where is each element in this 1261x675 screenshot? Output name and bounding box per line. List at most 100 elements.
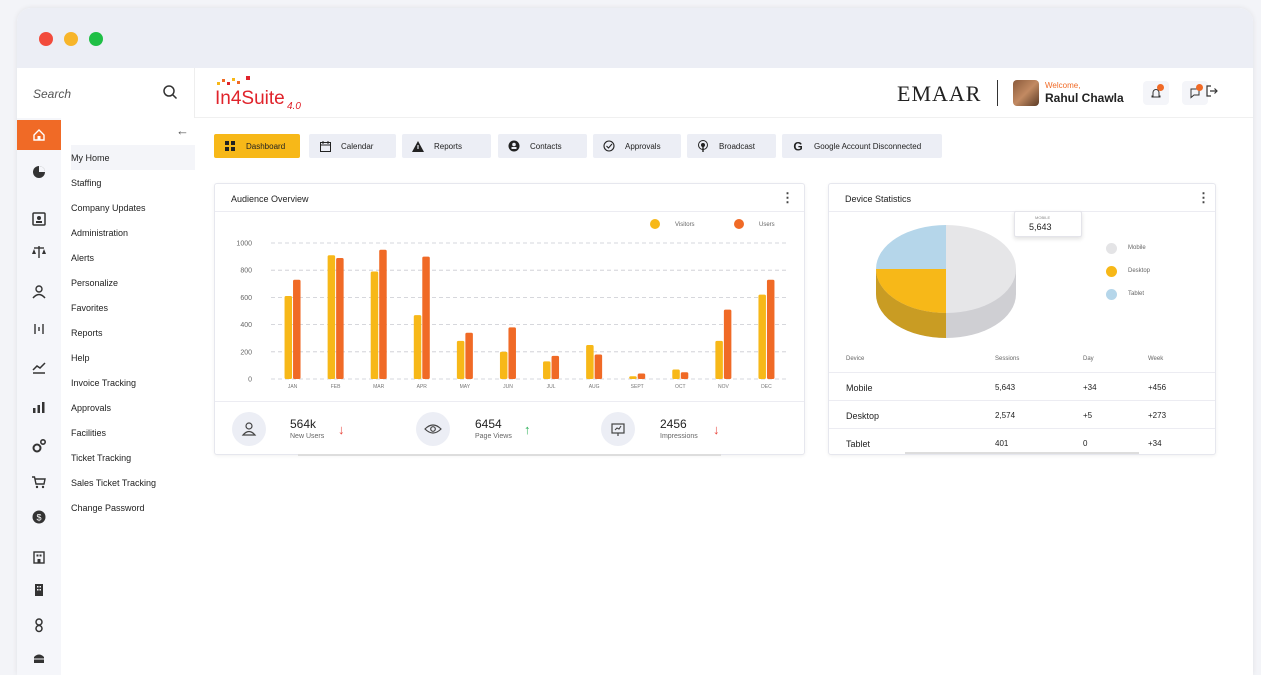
bar-visitors-feb[interactable] [327, 255, 336, 379]
sidebar-item-help[interactable]: Help [71, 345, 195, 370]
sidebar-item-change-password[interactable]: Change Password [71, 495, 195, 520]
bar-users-oct[interactable] [680, 372, 689, 379]
tab-contacts[interactable]: Contacts [498, 134, 587, 158]
trend-icon[interactable] [17, 352, 61, 382]
table-header-sessions: Sessions [995, 356, 1020, 362]
bar-visitors-apr[interactable] [413, 315, 422, 379]
search-input[interactable]: Search [33, 87, 71, 101]
sidebar-item-staffing[interactable]: Staffing [71, 170, 195, 195]
sidebar-item-my-home[interactable]: My Home [71, 145, 195, 170]
pie-slice-tablet[interactable] [876, 225, 946, 269]
archive-icon[interactable] [17, 643, 61, 673]
app-window: Search $ ← My Home Staffing Company Upda… [17, 8, 1253, 675]
bar-visitors-mar[interactable] [370, 271, 379, 379]
bar-users-mar[interactable] [379, 249, 387, 379]
bar-chart-icon[interactable] [17, 392, 61, 422]
sidebar-item-invoice-tracking[interactable]: Invoice Tracking [71, 370, 195, 395]
sidebar-item-facilities[interactable]: Facilities [71, 420, 195, 445]
maximize-window-button[interactable] [89, 32, 103, 46]
pie-chart-icon[interactable] [17, 157, 61, 187]
logo-version: 4.0 [287, 101, 301, 112]
building-icon[interactable] [17, 542, 61, 572]
bar-users-apr[interactable] [422, 256, 430, 379]
notifications-button[interactable] [1143, 81, 1169, 105]
tab-google-account[interactable]: G Google Account Disconnected [782, 134, 942, 158]
legend-label-visitors: Visitors [675, 222, 695, 228]
bar-users-may[interactable] [465, 332, 473, 379]
bar-visitors-jun[interactable] [499, 351, 508, 379]
sidebar-item-favorites[interactable]: Favorites [71, 295, 195, 320]
sidebar-item-ticket-tracking[interactable]: Ticket Tracking [71, 445, 195, 470]
device-statistics-card: Device Statistics ⋮ MOBILE 5,643 Mobile … [828, 183, 1216, 455]
tab-dashboard[interactable]: Dashboard [214, 134, 300, 158]
dashboard-icon [224, 140, 236, 152]
bar-users-feb[interactable] [336, 257, 344, 379]
more-options-icon[interactable]: ⋮ [781, 190, 794, 206]
bar-visitors-may[interactable] [456, 340, 465, 379]
bar-visitors-dec[interactable] [758, 294, 766, 379]
sort-icon[interactable] [17, 314, 61, 344]
avatar[interactable] [1013, 80, 1039, 106]
cart-icon[interactable] [17, 467, 61, 497]
bar-users-jun[interactable] [508, 327, 516, 379]
logout-icon[interactable] [1205, 84, 1219, 98]
search-icon[interactable] [162, 84, 178, 100]
legend-dot-tablet [1106, 289, 1117, 300]
tab-calendar[interactable]: Calendar [309, 134, 396, 158]
table-header-week: Week [1148, 356, 1164, 362]
legend-dot-desktop [1106, 266, 1117, 277]
user-icon[interactable] [17, 277, 61, 307]
tab-broadcast[interactable]: Broadcast [687, 134, 776, 158]
sidebar-item-approvals[interactable]: Approvals [71, 395, 195, 420]
tab-reports[interactable]: Reports [402, 134, 491, 158]
dollar-icon[interactable]: $ [17, 502, 61, 532]
new-users-label: New Users [290, 433, 325, 440]
home-icon[interactable] [17, 120, 61, 150]
bar-visitors-jul[interactable] [543, 361, 551, 379]
bar-users-jul[interactable] [551, 355, 560, 379]
user-name[interactable]: Rahul Chawla [1045, 91, 1124, 105]
header-divider [997, 80, 998, 106]
search-box[interactable]: Search [17, 68, 195, 118]
check-circle-icon [603, 140, 615, 152]
sidebar-item-sales-ticket-tracking[interactable]: Sales Ticket Tracking [71, 470, 195, 495]
sidebar-item-reports[interactable]: Reports [71, 320, 195, 345]
id-card-icon[interactable] [17, 204, 61, 234]
bar-visitors-aug[interactable] [586, 345, 594, 379]
tab-approvals[interactable]: Approvals [593, 134, 681, 158]
sidebar-item-personalize[interactable]: Personalize [71, 270, 195, 295]
tower-icon[interactable] [17, 575, 61, 605]
brand-logo: EMAAR [897, 81, 982, 106]
impressions-value: 2456 [660, 417, 687, 431]
table-header-device: Device [846, 356, 865, 362]
bar-users-nov[interactable] [723, 309, 732, 379]
more-options-icon[interactable]: ⋮ [1197, 190, 1210, 206]
sidebar-item-administration[interactable]: Administration [71, 220, 195, 245]
x-tick-label: SEPT [631, 384, 644, 390]
minimize-window-button[interactable] [64, 32, 78, 46]
notification-badge [1157, 84, 1164, 91]
sidebar-item-alerts[interactable]: Alerts [71, 245, 195, 270]
bar-visitors-sept[interactable] [629, 376, 637, 379]
bar-users-jan[interactable] [293, 279, 301, 379]
impressions-label: Impressions [660, 433, 698, 440]
audience-stats: 564k New Users ↓ 6454 Page Views ↑ 2456 … [215, 401, 804, 456]
gears-icon[interactable] [17, 431, 61, 461]
scales-icon[interactable] [17, 237, 61, 267]
trend-down-icon: ↓ [713, 422, 720, 437]
bar-visitors-nov[interactable] [715, 340, 723, 379]
collapse-sidebar-icon[interactable]: ← [176, 123, 189, 138]
people-icon[interactable] [17, 610, 61, 640]
bar-users-sept[interactable] [637, 373, 646, 379]
bar-users-aug[interactable] [594, 354, 603, 379]
bar-visitors-oct[interactable] [672, 369, 680, 379]
bar-visitors-jan[interactable] [284, 296, 293, 379]
close-window-button[interactable] [39, 32, 53, 46]
table-underline [905, 452, 1139, 454]
stats-underline [298, 454, 721, 456]
x-tick-label: FEB [331, 384, 341, 390]
bar-users-dec[interactable] [766, 279, 775, 379]
new-users-icon [232, 412, 266, 446]
sidebar-item-company-updates[interactable]: Company Updates [71, 195, 195, 220]
welcome-text: Welcome, [1045, 81, 1081, 90]
